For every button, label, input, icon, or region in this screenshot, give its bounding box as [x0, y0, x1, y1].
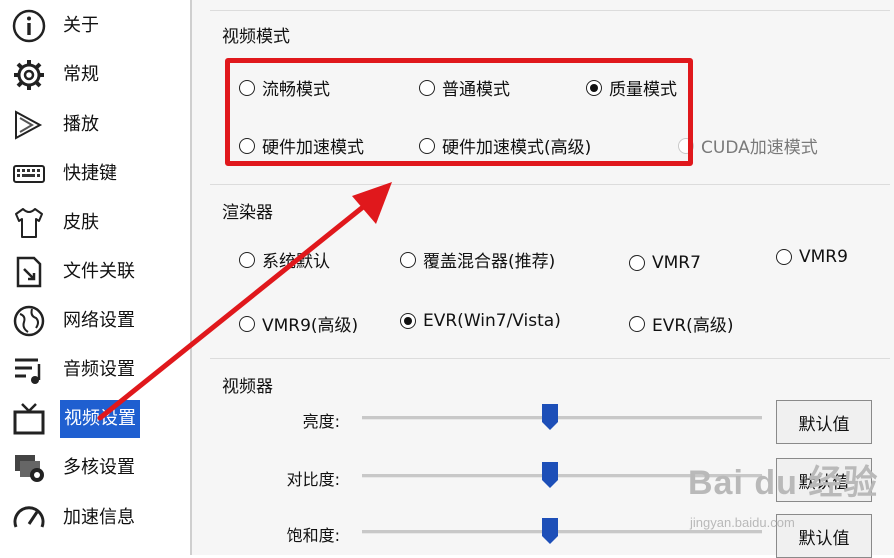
sidebar-item-playback[interactable]: 播放 [8, 107, 102, 143]
sidebar-item-video[interactable]: 视频设置 [8, 400, 140, 438]
contrast-slider-thumb[interactable] [542, 462, 558, 488]
sidebar-item-label: 音频设置 [63, 359, 135, 380]
radio-dot [629, 315, 645, 332]
sidebar-item-label: 网络设置 [63, 310, 135, 331]
brightness-slider-thumb[interactable] [542, 404, 558, 430]
radio-dot [776, 249, 792, 265]
sidebar-item-hotkeys[interactable]: 快捷键 [8, 156, 120, 192]
sidebar-item-multicore[interactable]: 多核设置 [8, 450, 138, 486]
saturation-slider-track[interactable] [362, 518, 762, 544]
keyboard-icon [8, 156, 50, 192]
globe-icon [8, 303, 50, 339]
sidebar-item-skin[interactable]: 皮肤 [8, 205, 102, 241]
video-mode-cuda-radio: CUDA加速模式 [678, 133, 818, 158]
audio-icon [8, 352, 50, 388]
brightness-slider-track[interactable] [362, 404, 762, 430]
renderer-evr-radio[interactable]: EVR(Win7/Vista) [400, 311, 561, 331]
sidebar-item-label: 加速信息 [63, 507, 135, 528]
video-adjust-title: 视频器 [222, 377, 273, 397]
radio-label: VMR7 [652, 253, 701, 273]
section-divider [210, 184, 890, 185]
file-link-icon [8, 254, 50, 290]
sidebar-item-network[interactable]: 网络设置 [8, 303, 138, 339]
sidebar-item-label: 视频设置 [60, 400, 140, 438]
sidebar-item-label: 播放 [63, 114, 99, 135]
radio-dot-selected [400, 313, 416, 329]
tv-icon [8, 401, 50, 437]
settings-sidebar: 关于 常规 播放 快捷键 皮肤 文件关联 网络设置 音频设置 视频设置 多核设置… [0, 0, 192, 555]
radio-dot [400, 251, 416, 268]
renderer-overlay-mixer-radio[interactable]: 覆盖混合器(推荐) [400, 247, 555, 272]
sidebar-item-label: 常规 [63, 64, 99, 85]
radio-dot [239, 251, 255, 268]
radio-label: VMR9 [799, 247, 848, 267]
sidebar-item-label: 皮肤 [63, 212, 99, 233]
radio-label: EVR(Win7/Vista) [423, 311, 561, 331]
contrast-label: 对比度: [286, 470, 340, 489]
speedometer-icon [8, 500, 50, 536]
radio-label: 系统默认 [262, 252, 330, 272]
sidebar-item-audio[interactable]: 音频设置 [8, 352, 138, 388]
saturation-slider-thumb[interactable] [542, 518, 558, 544]
sidebar-item-file-assoc[interactable]: 文件关联 [8, 254, 138, 290]
watermark-logo: Bai du 经验 [688, 464, 879, 502]
renderer-vmr7-radio[interactable]: VMR7 [629, 253, 701, 273]
brightness-label: 亮度: [302, 412, 340, 431]
renderer-evr-advanced-radio[interactable]: EVR(高级) [629, 311, 733, 336]
radio-dot [629, 255, 645, 271]
radio-label: CUDA加速模式 [701, 138, 818, 158]
radio-label: 覆盖混合器(推荐) [423, 252, 556, 272]
watermark-url: jingyan.baidu.com [690, 515, 795, 530]
radio-label: VMR9(高级) [262, 316, 359, 336]
radio-label: EVR(高级) [652, 316, 734, 336]
sidebar-item-label: 快捷键 [63, 163, 117, 184]
saturation-label: 饱和度: [286, 526, 340, 545]
renderer-title: 渲染器 [222, 203, 273, 223]
renderer-system-default-radio[interactable]: 系统默认 [239, 247, 330, 272]
section-divider [210, 10, 890, 11]
sidebar-item-label: 关于 [63, 15, 99, 36]
shirt-icon [8, 205, 50, 241]
sidebar-item-about[interactable]: 关于 [8, 8, 102, 44]
gear-icon [8, 57, 50, 93]
multicore-icon [8, 450, 50, 486]
video-mode-title: 视频模式 [222, 27, 290, 47]
sidebar-item-general[interactable]: 常规 [8, 57, 102, 93]
sidebar-item-label: 多核设置 [63, 457, 135, 478]
sidebar-item-label: 文件关联 [63, 261, 135, 282]
info-icon [8, 8, 50, 44]
section-divider [210, 358, 890, 359]
highlight-annotation-box [225, 58, 693, 166]
renderer-vmr9-radio[interactable]: VMR9 [776, 247, 848, 267]
sidebar-item-accel-info[interactable]: 加速信息 [8, 500, 138, 536]
brightness-default-button[interactable]: 默认值 [776, 400, 872, 444]
renderer-vmr9-advanced-radio[interactable]: VMR9(高级) [239, 311, 358, 336]
radio-dot [239, 315, 255, 332]
play-icon [8, 107, 50, 143]
